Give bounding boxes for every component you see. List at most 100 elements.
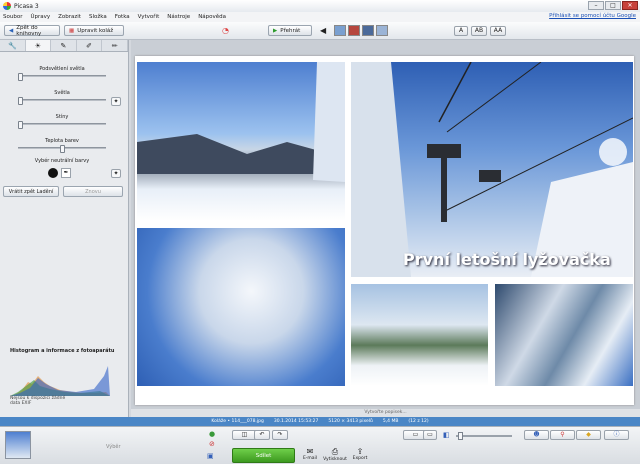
eyedropper-button[interactable]: ✒ — [61, 168, 71, 178]
menu-folder[interactable]: Složka — [89, 14, 107, 20]
collage-view: První letošní lyžovačka — [131, 40, 640, 409]
fill-light-slider: Podsvětlení světla — [18, 66, 106, 81]
printer-icon: ⎙ — [331, 447, 339, 456]
caption-bar[interactable]: Vytvořte popisek... — [131, 409, 640, 417]
arrow-left-icon: ◀ — [9, 27, 14, 34]
menu-edit[interactable]: Úpravy — [30, 14, 50, 20]
pen-icon: ✏ — [111, 41, 118, 50]
menu-view[interactable]: Zobrazit — [58, 14, 81, 20]
thumbnail-3[interactable] — [362, 25, 374, 36]
edit-panel: 🔧 ☀ ✎ ✐ ✏ Podsvětlení světla Světla ✦ St… — [0, 40, 129, 417]
email-button[interactable]: ✉ E-mail — [298, 447, 322, 461]
rotate-right-button[interactable]: ↷ — [272, 430, 288, 440]
menu-file[interactable]: Soubor — [3, 14, 22, 20]
album-icon[interactable]: ▣ — [207, 452, 214, 460]
menu-help[interactable]: Nápověda — [198, 14, 226, 20]
slider-knob[interactable] — [18, 121, 23, 129]
neutral-color-picker: Vybér neutrální barvy — [34, 158, 90, 164]
info-date: 30.1.2014 15:53:27 — [273, 419, 319, 424]
paint-icon: ✐ — [86, 41, 93, 50]
thumbnail-2[interactable] — [348, 25, 360, 36]
export-button[interactable]: ⇪ Export — [348, 447, 372, 461]
edit-tabs: 🔧 ☀ ✎ ✐ ✏ — [0, 40, 128, 52]
tab-basic-fixes[interactable]: 🔧 — [0, 40, 26, 51]
shadows-track[interactable] — [18, 121, 106, 129]
photo-info-bar: Koláže • 114___078.jpg 30.1.2014 15:53:2… — [0, 417, 640, 426]
maximize-button[interactable]: □ — [605, 1, 621, 10]
magic-wand-icon: ✦ — [113, 170, 119, 177]
zoom-slider[interactable] — [456, 432, 512, 440]
neutral-color-swatch[interactable] — [48, 168, 58, 178]
color-temperature-slider: Teplota barev — [18, 138, 106, 153]
photo-snow-cannon[interactable] — [351, 284, 488, 386]
tab-tuning[interactable]: ☀ — [25, 40, 52, 51]
tags-button[interactable]: ◆ — [576, 430, 601, 440]
menu-photo[interactable]: Fotka — [115, 14, 130, 20]
export-icon: ⇪ — [356, 447, 364, 456]
tab-effects[interactable]: ✎ — [51, 40, 77, 51]
eyedropper-icon: ✒ — [63, 169, 69, 176]
edit-collage-button[interactable]: ▦ Upravit koláž — [64, 25, 124, 36]
window-controls: – □ ✕ — [588, 1, 638, 10]
thumbnail-1[interactable] — [334, 25, 346, 36]
print-button[interactable]: ⎙ Vytisknout — [323, 447, 347, 462]
rotate-left-button[interactable]: ↶ — [254, 430, 270, 440]
places-button[interactable]: ⚲ — [550, 430, 575, 440]
undo-tuning-button[interactable]: Vrátit zpět Ladění — [3, 186, 59, 197]
photo-snowy-pine[interactable] — [495, 284, 633, 386]
slider-knob[interactable] — [18, 73, 23, 81]
window-title: Picasa 3 — [14, 2, 39, 10]
info-count: (12 z 12) — [408, 419, 429, 424]
color-wheel-icon[interactable]: ◔ — [222, 26, 229, 35]
hold-icon[interactable]: ● — [209, 430, 215, 438]
collage-options-bar — [131, 40, 640, 54]
slider-knob[interactable] — [60, 145, 65, 153]
brush-icon: ✎ — [60, 41, 67, 50]
highlights-slider: Světla — [18, 90, 106, 105]
photo-chairlift[interactable]: První letošní lyžovačka — [351, 62, 633, 277]
info-filename: Koláže • 114___078.jpg — [211, 419, 264, 424]
tab-effects-2[interactable]: ✐ — [77, 40, 103, 51]
photo-ski-slope[interactable] — [137, 62, 345, 221]
magic-wand-icon: ✦ — [113, 98, 119, 105]
highlights-track[interactable] — [18, 97, 106, 105]
mail-icon: ✉ — [306, 447, 314, 456]
collage-title-text[interactable]: První letošní lyžovačka — [403, 250, 611, 269]
temperature-track[interactable] — [18, 145, 106, 153]
zoom-knob[interactable] — [458, 432, 463, 440]
shadows-slider: Stíny — [18, 114, 106, 129]
picasa-logo-icon — [3, 2, 11, 10]
info-button[interactable]: ⓘ — [604, 430, 629, 440]
slider-knob[interactable] — [18, 97, 23, 105]
thumbnail-4[interactable] — [376, 25, 388, 36]
share-button[interactable]: Sdílet — [232, 448, 295, 463]
info-icon: ⓘ — [613, 431, 620, 438]
collage-canvas[interactable]: První letošní lyžovačka — [135, 56, 634, 405]
histogram-chart — [10, 366, 110, 396]
histogram-title: Histogram a informace z fotoaparátu — [10, 348, 115, 354]
redo-button[interactable]: Znovu — [63, 186, 123, 197]
text-size-large-button[interactable]: AA — [490, 26, 506, 36]
prev-arrow-icon[interactable]: ◀ — [320, 26, 326, 35]
clear-icon[interactable]: ⊘ — [209, 440, 215, 448]
back-to-library-button[interactable]: ◀ Zpět do knihovny — [4, 25, 60, 37]
tray-thumbnail[interactable] — [5, 431, 31, 459]
view-mode-button-2[interactable]: ▭ — [423, 430, 437, 440]
auto-color-button[interactable]: ✦ — [111, 169, 121, 178]
play-slideshow-button[interactable]: ▶ Přehrát — [268, 25, 312, 36]
rotate-right-icon: ↷ — [277, 431, 283, 438]
chairlift-illustration — [351, 62, 633, 277]
menu-create[interactable]: Vytvořit — [138, 14, 160, 20]
minimize-button[interactable]: – — [588, 1, 604, 10]
auto-contrast-button[interactable]: ✦ — [111, 97, 121, 106]
photo-tray: Výběr ● ⊘ ▣ ◫ ↶ ↷ Sdílet ✉ E-mail ⎙ Vytisk… — [0, 426, 640, 464]
text-size-small-button[interactable]: A — [454, 26, 468, 36]
menu-tools[interactable]: Nástroje — [167, 14, 190, 20]
text-size-medium-button[interactable]: AB — [471, 26, 487, 36]
google-signin-link[interactable]: Přihlásit se pomocí účtu Google — [549, 13, 636, 19]
close-button[interactable]: ✕ — [622, 1, 638, 10]
fill-light-track[interactable] — [18, 73, 106, 81]
people-button[interactable]: ☻ — [524, 430, 549, 440]
tab-effects-3[interactable]: ✏ — [102, 40, 128, 51]
photo-frosted-trees[interactable] — [137, 228, 345, 386]
